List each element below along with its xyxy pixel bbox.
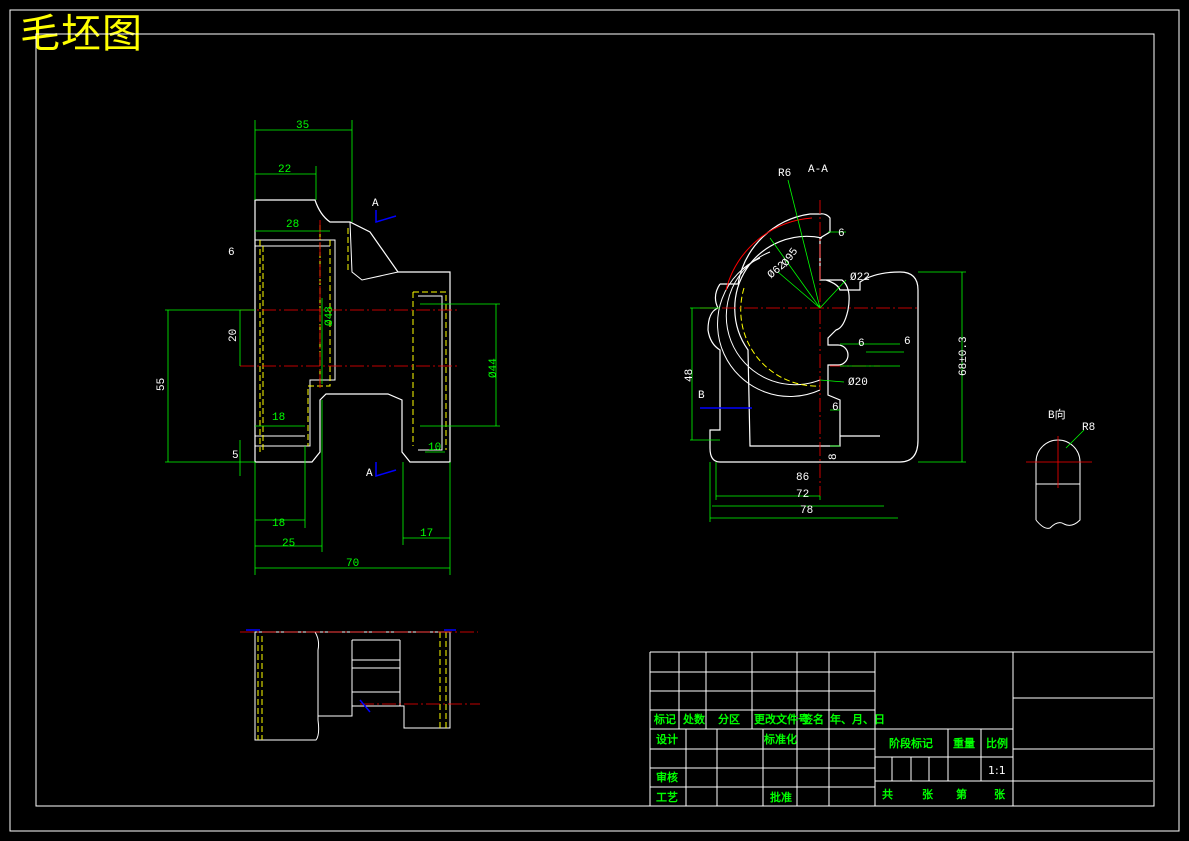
inner-border [35,33,1155,807]
tb-stage-mark: 阶段标记 [889,736,933,750]
sec-dim-6b: 6 [858,338,865,350]
sec-dim-48: 48 [684,369,696,382]
tb-nth: 第 [956,787,967,801]
top-view-outline [254,631,451,741]
dim-5: 5 [232,450,239,462]
section-centerlines [700,200,920,496]
tb-process: 工艺 [656,790,678,804]
top-view [240,629,480,741]
front-view: 35 22 28 6 20 55 Ø48 Ø44 18 10 5 18 25 1… [156,120,500,575]
dim-17: 17 [420,528,433,540]
section-view: A-A R6 6 Ø95 Ø62 Ø22 6 6 Ø20 6 68±0.3 48… [684,164,970,522]
sec-dim-diam22: Ø22 [850,272,870,284]
detail-dim-r8: R8 [1082,422,1095,434]
section-outline [707,213,919,463]
dim-diam48: Ø48 [324,306,336,326]
dim-18b: 18 [272,518,285,530]
title-block: 标记 处数 分区 更改文件号 签名 年、月、日 设计 标准化 审核 工艺 批准 … [649,651,1153,806]
dim-diam44: Ø44 [488,358,500,378]
dim-35: 35 [296,120,309,132]
section-a-label-top: A [372,198,379,210]
sec-dim-diam20: Ø20 [848,377,868,389]
sec-dim-86: 86 [796,472,809,484]
sec-dim-r6: R6 [778,168,791,180]
tb-header-doc: 更改文件号 [754,712,809,726]
dim-10: 10 [428,442,441,454]
tb-header-date: 年、月、日 [830,712,885,726]
section-label: A-A [808,164,828,176]
dim-28: 28 [286,219,299,231]
dim-22: 22 [278,164,291,176]
front-inner-1 [255,239,336,447]
section-a-label-bottom: A [366,468,373,480]
drawing-canvas: 35 22 28 6 20 55 Ø48 Ø44 18 10 5 18 25 1… [9,9,1180,832]
dim-6: 6 [228,247,235,259]
front-hidden [259,225,447,452]
tb-scale-label: 比例 [986,736,1008,750]
tb-design: 设计 [656,732,678,746]
front-right-bore [418,295,443,451]
tb-header-sign: 签名 [801,712,824,726]
sec-dim-6c: 6 [904,336,911,348]
dim-25: 25 [282,538,295,550]
dim-18a: 18 [272,412,285,424]
detail-label: B向 [1048,407,1066,422]
tb-scale-value: 1:1 [988,764,1006,777]
front-section-a-top [375,210,397,224]
sec-dim-78: 78 [800,505,813,517]
section-b-label: B [698,390,705,402]
outer-border [9,9,1180,832]
tb-header-count: 处数 [682,712,706,726]
section-dimlines [690,179,966,522]
sec-dim-8: 8 [828,453,840,460]
detail-b-view: B向 R8 [1026,407,1095,529]
sec-dim-68: 68±0.3 [958,336,970,376]
tb-total: 共 [882,787,893,801]
sec-dim-72: 72 [796,489,809,501]
tb-approve: 批准 [770,790,792,804]
dim-55: 55 [156,378,168,391]
section-hidden-arc [740,287,821,387]
tb-standardize: 标准化 [763,732,797,746]
dim-70: 70 [346,558,359,570]
tb-sheets: 张 [922,787,934,801]
tb-review: 审核 [656,770,678,784]
front-section-a-bottom [375,462,397,478]
front-rib [349,221,399,281]
top-view-markers [246,629,456,713]
title-block-grid [649,651,1153,806]
tb-sheet: 张 [994,787,1006,801]
sec-dim-6a: 6 [838,228,845,240]
sec-dim-6d: 6 [832,402,839,414]
dim-20: 20 [228,329,240,342]
tb-weight: 重量 [953,736,975,750]
tb-header-mark: 标记 [653,712,676,726]
tb-header-zone: 分区 [718,712,740,726]
